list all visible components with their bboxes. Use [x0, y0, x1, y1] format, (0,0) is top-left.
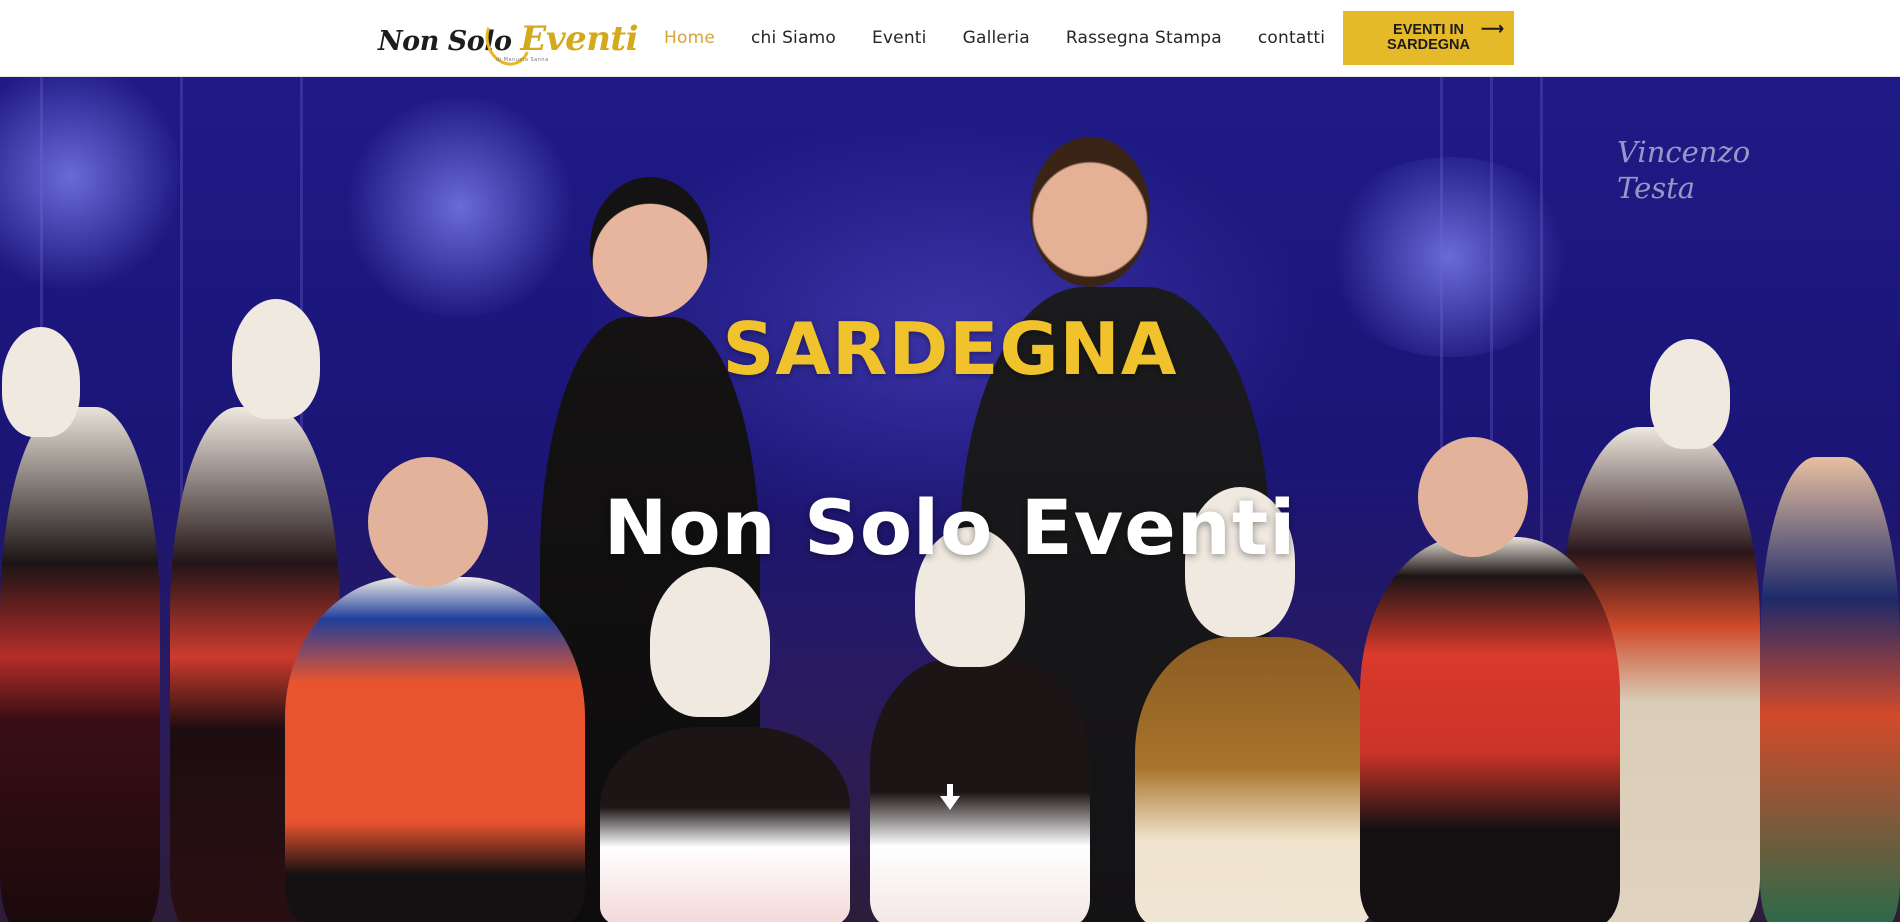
child-performer: [1360, 537, 1620, 922]
presenter-head: [590, 177, 710, 317]
headscarf: [650, 567, 770, 717]
hero-kicker: SARDEGNA: [722, 307, 1178, 391]
presenter-head: [1030, 137, 1150, 287]
site-header: Non Solo Eventi di Manuela Sanna Home ch…: [0, 0, 1900, 77]
cta-label: EVENTI IN SARDEGNA: [1387, 22, 1470, 53]
nav-item-contatti[interactable]: contatti: [1258, 28, 1325, 48]
site-logo[interactable]: Non Solo Eventi di Manuela Sanna: [378, 8, 639, 72]
nav-item-rassegna-stampa[interactable]: Rassegna Stampa: [1066, 28, 1222, 48]
child-performer: [285, 577, 585, 922]
photo-watermark: Vincenzo Testa: [1617, 135, 1751, 205]
hanging-flowers: [0, 77, 180, 297]
arrow-down-icon-svg: [940, 784, 960, 810]
arrow-right-icon: ⟶: [1481, 21, 1504, 38]
child-performer: [600, 727, 850, 922]
arrow-down-icon[interactable]: [938, 784, 962, 814]
hero-banner: Vincenzo Testa SARDEGNA Non Solo Eventi: [0, 77, 1900, 922]
main-navigation: Home chi Siamo Eventi Galleria Rassegna …: [664, 25, 1325, 51]
nav-item-home[interactable]: Home: [664, 28, 715, 48]
nav-item-chi-siamo[interactable]: chi Siamo: [751, 28, 836, 48]
hero-title: Non Solo Eventi: [603, 483, 1297, 572]
child-performer: [1135, 637, 1375, 922]
child-performer: [870, 657, 1090, 922]
nav-item-eventi[interactable]: Eventi: [872, 28, 927, 48]
logo-accent-text: Eventi: [520, 19, 639, 59]
hanging-flowers: [340, 97, 580, 317]
nav-item-galleria[interactable]: Galleria: [963, 28, 1030, 48]
eventi-in-sardegna-button[interactable]: EVENTI IN SARDEGNA ⟶: [1343, 11, 1514, 65]
logo-subtitle: di Manuela Sanna: [496, 57, 549, 63]
